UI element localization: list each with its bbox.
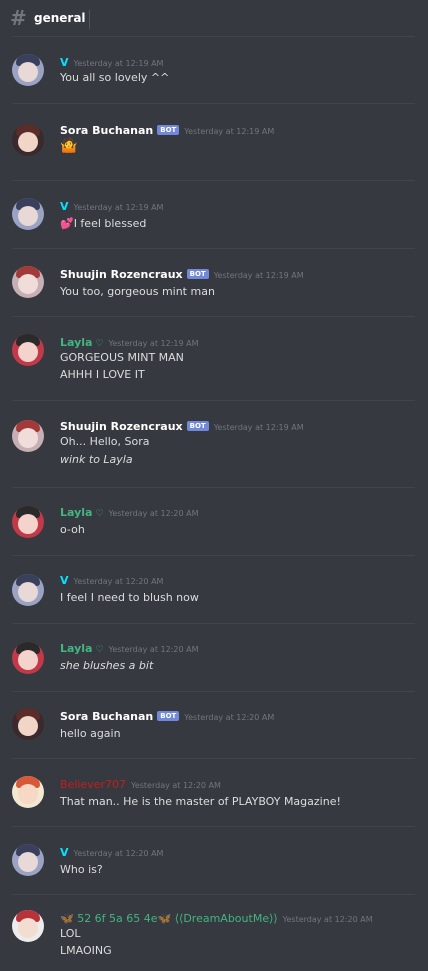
message-text: AHHH I LOVE IT	[60, 368, 145, 381]
message-text: That man.. He is the master of PLAYBOY M…	[60, 795, 341, 808]
avatar[interactable]	[12, 420, 44, 452]
avatar[interactable]	[12, 910, 44, 942]
avatar[interactable]	[12, 54, 44, 86]
message-text: wink to Layla	[60, 453, 133, 466]
message-text: LMAOING	[60, 944, 112, 957]
timestamp: Yesterday at 12:20 AM	[131, 781, 221, 790]
avatar[interactable]	[12, 574, 44, 606]
bot-badge: BOT	[157, 125, 180, 135]
avatar[interactable]	[12, 506, 44, 538]
timestamp: Yesterday at 12:19 AM	[184, 127, 275, 136]
hash-icon: #	[10, 6, 27, 30]
message-text: LOL	[60, 927, 81, 940]
username[interactable]: V Yesterday at 12:20 AM	[60, 846, 163, 859]
channel-name: general	[34, 11, 86, 25]
avatar[interactable]	[12, 334, 44, 366]
avatar[interactable]	[12, 776, 44, 808]
username[interactable]: V Yesterday at 12:19 AM	[60, 200, 163, 213]
timestamp: Yesterday at 12:20 AM	[108, 645, 199, 654]
avatar[interactable]	[12, 124, 44, 156]
username[interactable]: Layla ♡ Yesterday at 12:19 AM	[60, 336, 198, 349]
bot-badge: BOT	[186, 269, 209, 279]
message-divider	[12, 826, 415, 827]
username[interactable]: Sora Buchanan BOT Yesterday at 12:20 AM	[60, 710, 274, 723]
heart-icon: ♡	[95, 339, 104, 349]
message-text: You too, gorgeous mint man	[60, 285, 215, 298]
message-divider	[12, 103, 415, 104]
message-divider	[12, 758, 415, 759]
message-text: she blushes a bit	[60, 659, 154, 672]
message-text: Who is?	[60, 863, 103, 876]
username[interactable]: V Yesterday at 12:20 AM	[60, 574, 163, 587]
message-divider	[12, 36, 415, 37]
username[interactable]: Layla ♡ Yesterday at 12:20 AM	[60, 642, 198, 655]
message-text: I feel I need to blush now	[60, 591, 199, 604]
message-text: 💕I feel blessed	[60, 217, 147, 230]
avatar[interactable]	[12, 198, 44, 230]
message-divider	[12, 555, 415, 556]
username[interactable]: 🦋 52 6f 5a 65 4e🦋 ⟨⟨DreamAboutMe⟩⟩ Yester…	[60, 912, 373, 925]
bot-badge: BOT	[157, 711, 180, 721]
username[interactable]: V Yesterday at 12:19 AM	[60, 56, 163, 69]
timestamp: Yesterday at 12:19 AM	[73, 203, 164, 212]
username[interactable]: Sora Buchanan BOT Yesterday at 12:19 AM	[60, 124, 274, 137]
message-text: You all so lovely ^^	[60, 71, 170, 84]
message-text: Oh... Hello, Sora	[60, 435, 150, 448]
message-divider	[12, 623, 415, 624]
message-text: hello again	[60, 727, 121, 740]
bot-badge: BOT	[186, 421, 209, 431]
message-text: GORGEOUS MINT MAN	[60, 351, 184, 364]
message-divider	[12, 691, 415, 692]
message-divider	[12, 894, 415, 895]
username[interactable]: Layla ♡ Yesterday at 12:20 AM	[60, 506, 198, 519]
header-divider	[89, 10, 90, 29]
username[interactable]: Shuujin Rozencraux BOT Yesterday at 12:19 …	[60, 268, 304, 281]
heart-icon: ♡	[95, 645, 104, 655]
timestamp: Yesterday at 12:19 AM	[213, 271, 304, 280]
avatar[interactable]	[12, 844, 44, 876]
avatar[interactable]	[12, 266, 44, 298]
channel-header: # general	[0, 0, 428, 36]
timestamp: Yesterday at 12:20 AM	[282, 915, 373, 924]
username[interactable]: Shuujin Rozencraux BOT Yesterday at 12:19 …	[60, 420, 304, 433]
message-divider	[12, 316, 415, 317]
avatar[interactable]	[12, 708, 44, 740]
message-divider	[12, 400, 415, 401]
heart-icon: ♡	[95, 509, 104, 519]
timestamp: Yesterday at 12:20 AM	[73, 577, 164, 586]
timestamp: Yesterday at 12:19 AM	[108, 339, 199, 348]
avatar[interactable]	[12, 642, 44, 674]
message-divider	[12, 248, 415, 249]
message-text: o-oh	[60, 523, 85, 536]
message-divider	[12, 180, 415, 181]
timestamp: Yesterday at 12:19 AM	[213, 423, 304, 432]
timestamp: Yesterday at 12:20 AM	[184, 713, 275, 722]
timestamp: Yesterday at 12:19 AM	[73, 59, 164, 68]
timestamp: Yesterday at 12:20 AM	[73, 849, 164, 858]
message-divider	[12, 487, 415, 488]
timestamp: Yesterday at 12:20 AM	[108, 509, 199, 518]
username[interactable]: Believer707 Yesterday at 12:20 AM	[60, 778, 221, 791]
message-text: 🤷	[60, 138, 78, 154]
